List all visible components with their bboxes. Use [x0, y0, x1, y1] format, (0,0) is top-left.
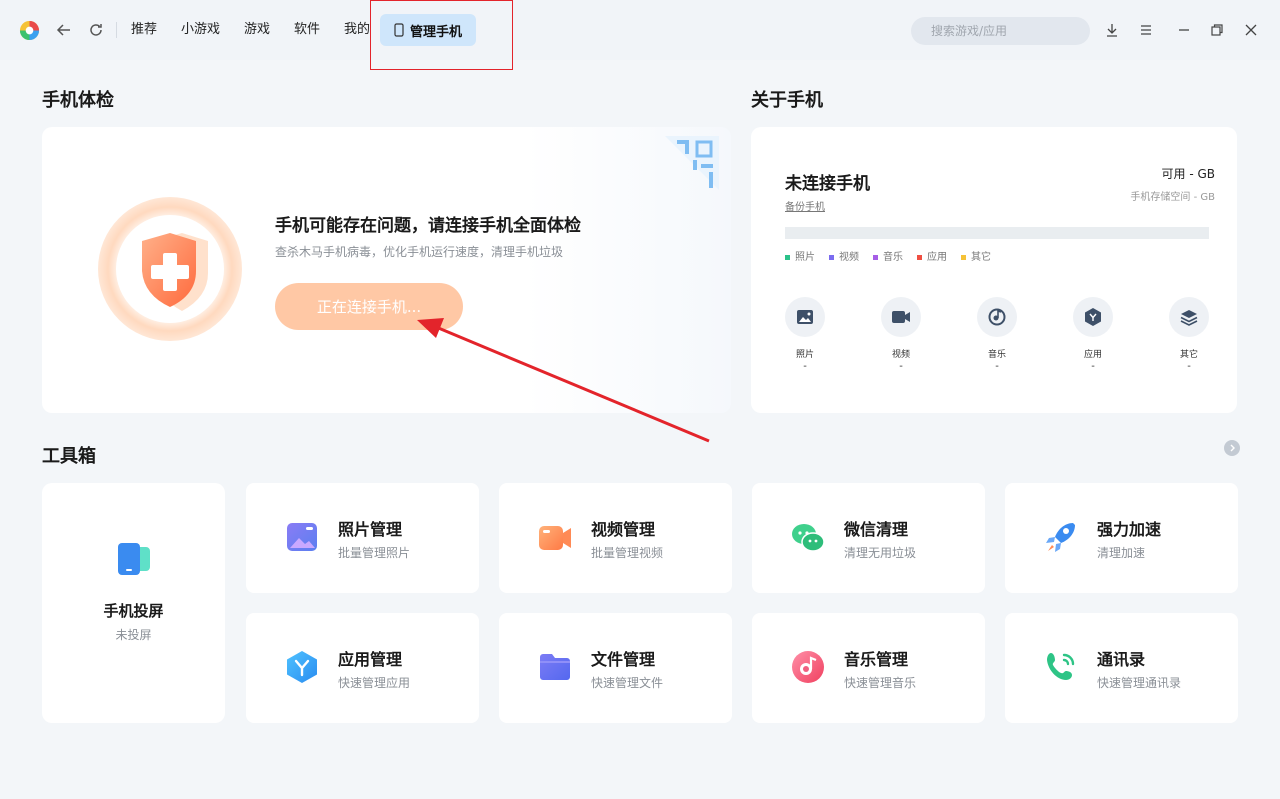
nav-divider — [116, 22, 117, 38]
refresh-icon[interactable] — [86, 20, 106, 40]
tool-wechat-clean[interactable]: 微信清理 清理无用垃圾 — [752, 483, 985, 593]
legend-item: 照片 — [785, 248, 815, 263]
nav-mini-games[interactable]: 小游戏 — [181, 14, 220, 46]
category-photo[interactable]: 照片 - — [785, 297, 825, 372]
contacts-icon — [1047, 653, 1075, 680]
qr-code-icon[interactable] — [665, 136, 719, 190]
storage-bar — [785, 227, 1209, 239]
check-title: 手机可能存在问题，请连接手机全面体检 — [275, 216, 581, 236]
nav-software[interactable]: 软件 — [294, 14, 320, 46]
video-icon — [881, 297, 921, 337]
category-video[interactable]: 视频 - — [881, 297, 921, 372]
download-icon[interactable] — [1102, 20, 1122, 40]
menu-icon[interactable] — [1136, 20, 1156, 40]
tool-contacts[interactable]: 通讯录 快速管理通讯录 — [1005, 613, 1238, 723]
screen-cast-name: 手机投屏 — [103, 602, 164, 620]
tool-file-manage[interactable]: 文件管理 快速管理文件 — [499, 613, 732, 723]
wechat-icon — [792, 524, 825, 552]
shield-icon — [98, 197, 242, 341]
folder-icon — [540, 654, 570, 680]
music-icon — [977, 297, 1017, 337]
search-box[interactable] — [911, 17, 1090, 45]
phone-status: 未连接手机 — [785, 174, 870, 194]
legend-item: 其它 — [961, 248, 991, 263]
legend-item: 视频 — [829, 248, 859, 263]
app-icon — [1073, 297, 1113, 337]
screen-cast-icon — [118, 543, 150, 575]
photo-manage-icon — [287, 523, 317, 551]
nav-games[interactable]: 游戏 — [244, 14, 270, 46]
nav-manage-phone-label: 管理手机 — [409, 24, 462, 40]
nav-manage-phone[interactable]: 管理手机 — [380, 14, 476, 46]
connect-phone-button[interactable]: 正在连接手机... — [275, 283, 463, 330]
storage-legend: 照片 视频 音乐 应用 其它 — [785, 248, 991, 263]
about-section-title: 关于手机 — [751, 90, 823, 111]
category-music[interactable]: 音乐 - — [977, 297, 1017, 372]
back-icon[interactable] — [54, 20, 74, 40]
photo-icon — [785, 297, 825, 337]
nav-recommend[interactable]: 推荐 — [131, 14, 157, 46]
app-manage-icon — [287, 651, 317, 683]
tool-video-manage[interactable]: 视频管理 批量管理视频 — [499, 483, 732, 593]
top-bar: 推荐 小游戏 游戏 软件 我的 管理手机 — [0, 0, 1280, 60]
tool-photo-manage[interactable]: 照片管理 批量管理照片 — [246, 483, 479, 593]
category-other[interactable]: 其它 - — [1169, 297, 1209, 372]
check-subtitle: 查杀木马手机病毒，优化手机运行速度，清理手机垃圾 — [275, 245, 564, 259]
nav-mine[interactable]: 我的 — [344, 14, 370, 46]
close-icon[interactable] — [1241, 20, 1261, 40]
video-manage-icon — [539, 526, 571, 550]
tool-boost[interactable]: 强力加速 清理加速 — [1005, 483, 1238, 593]
phone-check-card: 手机可能存在问题，请连接手机全面体检 查杀木马手机病毒，优化手机运行速度，清理手… — [42, 127, 731, 413]
rocket-icon — [1046, 523, 1075, 552]
minimize-icon[interactable] — [1174, 20, 1194, 40]
music-manage-icon — [792, 651, 824, 683]
check-section-title: 手机体检 — [42, 90, 114, 111]
category-app[interactable]: 应用 - — [1073, 297, 1113, 372]
storage-total: 手机存储空间 - GB — [1130, 192, 1215, 203]
tool-app-manage[interactable]: 应用管理 快速管理应用 — [246, 613, 479, 723]
phone-icon — [394, 23, 404, 37]
legend-item: 音乐 — [873, 248, 903, 263]
layers-icon — [1169, 297, 1209, 337]
legend-item: 应用 — [917, 248, 947, 263]
backup-phone-link[interactable]: 备份手机 — [785, 198, 825, 213]
available-storage: 可用 - GB — [1161, 167, 1216, 181]
app-logo-icon[interactable] — [19, 20, 40, 41]
toolbox-section-title: 工具箱 — [42, 446, 96, 467]
screen-cast-status: 未投屏 — [115, 628, 152, 642]
about-phone-card: 未连接手机 备份手机 可用 - GB 手机存储空间 - GB 照片 视频 音乐 … — [751, 127, 1237, 413]
screen-cast-card[interactable]: 手机投屏 未投屏 — [42, 483, 225, 723]
restore-icon[interactable] — [1207, 20, 1227, 40]
search-input[interactable] — [931, 24, 1081, 38]
tool-music-manage[interactable]: 音乐管理 快速管理音乐 — [752, 613, 985, 723]
chevron-right-icon[interactable] — [1224, 440, 1240, 456]
